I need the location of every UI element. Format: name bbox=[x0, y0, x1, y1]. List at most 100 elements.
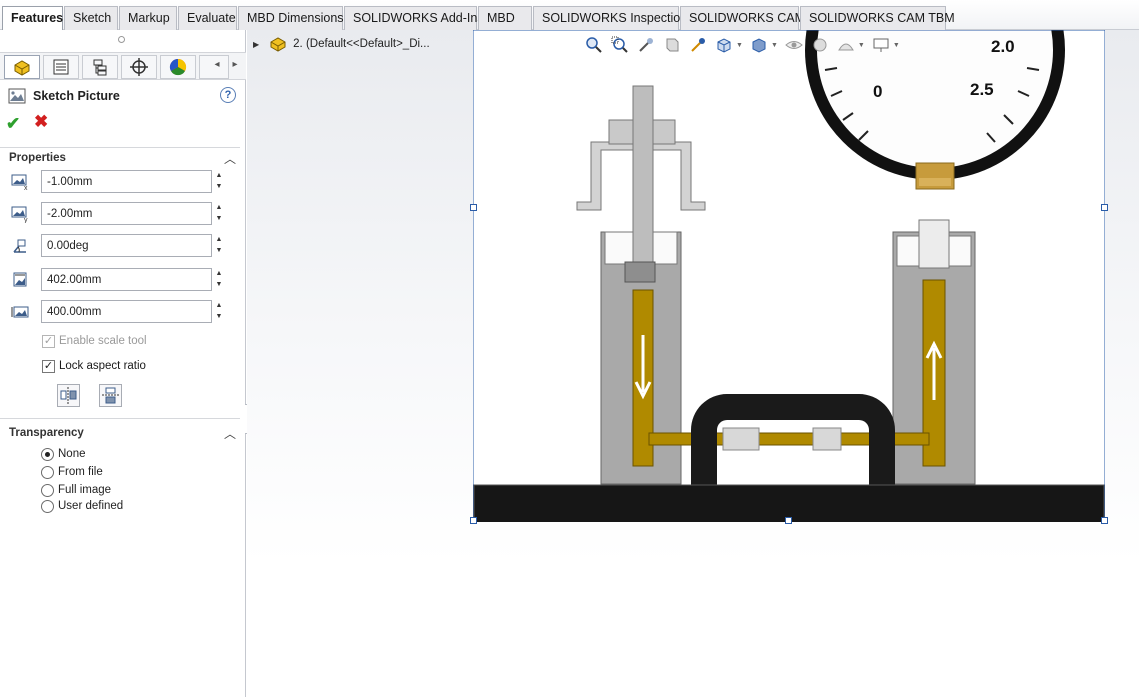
tab-features[interactable]: Features bbox=[2, 6, 63, 31]
graphics-area[interactable]: ▶ 2. (Default<<Default>_Di... 0 2.5 2.0 bbox=[247, 30, 1139, 697]
manager-tabs: ◂ ▸ bbox=[0, 52, 246, 80]
dynamic-annotation-button[interactable] bbox=[688, 35, 708, 55]
svg-text:x: x bbox=[24, 185, 28, 191]
feature-tree-icon bbox=[14, 60, 30, 76]
flip-vertical-icon bbox=[102, 387, 119, 404]
color-wheel-icon bbox=[169, 58, 187, 76]
y-position-row: y ▲▼ bbox=[8, 202, 228, 226]
transparency-section-header[interactable]: Transparency ︿ bbox=[0, 418, 240, 441]
width-input[interactable] bbox=[41, 268, 212, 291]
tab-sketch[interactable]: Sketch bbox=[64, 6, 118, 30]
edit-appearance-button[interactable] bbox=[810, 35, 830, 55]
x-position-icon: x bbox=[11, 174, 28, 191]
lock-aspect-ratio-checkbox[interactable]: ✓ bbox=[42, 359, 55, 373]
tab-solidworks-inspection[interactable]: SOLIDWORKS Inspection bbox=[533, 6, 687, 30]
help-button[interactable]: ? bbox=[220, 87, 236, 103]
property-sheet-icon bbox=[53, 59, 69, 75]
tab-mbd[interactable]: MBD bbox=[478, 6, 532, 30]
scene-dropdown-icon[interactable]: ▼ bbox=[858, 42, 865, 49]
transparency-none-radio[interactable] bbox=[41, 447, 54, 461]
flip-horizontal-button[interactable] bbox=[57, 384, 80, 407]
apply-scene-button[interactable] bbox=[836, 35, 856, 55]
zoom-to-area-button[interactable] bbox=[610, 35, 630, 55]
scene-icon bbox=[838, 43, 854, 51]
zoom-to-fit-button[interactable] bbox=[584, 35, 604, 55]
display-manager-tab[interactable] bbox=[160, 55, 196, 79]
transparency-user-defined-label: User defined bbox=[58, 500, 124, 512]
enable-scale-tool-label: Enable scale tool bbox=[59, 335, 147, 347]
lock-aspect-ratio-option: ✓ Lock aspect ratio bbox=[42, 358, 146, 374]
view-settings-button[interactable] bbox=[871, 35, 891, 55]
transparency-from-file-option[interactable]: From file bbox=[41, 464, 103, 480]
feature-tree-flyout[interactable]: ▶ 2. (Default<<Default>_Di... bbox=[253, 36, 430, 52]
feature-tree-item-label: 2. (Default<<Default>_Di... bbox=[293, 38, 430, 50]
flip-vertical-button[interactable] bbox=[99, 384, 122, 407]
width-spinner[interactable]: ▲ ▼ bbox=[214, 268, 224, 291]
gauge-label-two-five: 2.5 bbox=[970, 80, 994, 99]
transparency-user-defined-radio[interactable] bbox=[41, 499, 54, 513]
enable-scale-tool-checkbox[interactable]: ✓ bbox=[42, 334, 55, 348]
tab-solidworks-cam-tbm[interactable]: SOLIDWORKS CAM TBM bbox=[800, 6, 955, 30]
x-position-spinner[interactable]: ▲ ▼ bbox=[214, 170, 224, 193]
display-style-button[interactable] bbox=[749, 35, 769, 55]
transparency-from-file-radio[interactable] bbox=[41, 465, 54, 479]
transparency-full-image-radio[interactable] bbox=[41, 483, 54, 497]
tab-solidworks-cam[interactable]: SOLIDWORKS CAM bbox=[680, 6, 805, 30]
gauge-label-two: 2.0 bbox=[991, 37, 1015, 56]
chevron-up-icon: ︿ bbox=[223, 427, 236, 441]
tab-markup[interactable]: Markup bbox=[119, 6, 177, 30]
view-orientation-button[interactable] bbox=[714, 35, 734, 55]
section-view-button[interactable] bbox=[662, 35, 682, 55]
height-row: ▲▼ bbox=[8, 300, 228, 324]
hide-show-items-button[interactable] bbox=[784, 35, 804, 55]
angle-spinner[interactable]: ▲ ▼ bbox=[214, 234, 224, 257]
expand-arrow-icon[interactable]: ▶ bbox=[253, 40, 259, 49]
transparency-none-option[interactable]: None bbox=[41, 446, 86, 462]
display-style-dropdown-icon[interactable]: ▼ bbox=[771, 42, 778, 49]
height-spinner[interactable]: ▲ ▼ bbox=[214, 300, 224, 323]
view-orientation-icon bbox=[717, 38, 731, 53]
tab-mbd-dimensions[interactable]: MBD Dimensions bbox=[238, 6, 344, 30]
transparency-from-file-label: From file bbox=[58, 466, 103, 478]
tabs-scroll-right-icon[interactable]: ▸ bbox=[228, 57, 242, 73]
tabs-scroll-left-icon[interactable]: ◂ bbox=[210, 57, 224, 73]
previous-view-icon bbox=[639, 38, 653, 52]
y-position-input[interactable] bbox=[41, 202, 212, 225]
cancel-button[interactable]: ✖ bbox=[34, 112, 48, 132]
properties-section-header[interactable]: Properties ︿ bbox=[0, 147, 240, 167]
ok-button[interactable]: ✔ bbox=[6, 114, 20, 134]
angle-row: ▲▼ bbox=[8, 234, 228, 258]
zoom-to-area-icon bbox=[611, 36, 628, 53]
panel-grip-icon[interactable] bbox=[118, 36, 125, 43]
section-view-icon bbox=[666, 38, 679, 52]
resize-handle-right[interactable] bbox=[1101, 204, 1108, 211]
transparency-full-image-option[interactable]: Full image bbox=[41, 482, 111, 498]
property-manager-panel: ◂ ▸ Sketch Picture ? ✔ ✖ Properties ︿ x … bbox=[0, 30, 246, 697]
x-position-input[interactable] bbox=[41, 170, 212, 193]
property-manager-tab[interactable] bbox=[43, 55, 79, 79]
resize-handle-left[interactable] bbox=[470, 204, 477, 211]
tab-evaluate[interactable]: Evaluate bbox=[178, 6, 237, 30]
view-orientation-dropdown-icon[interactable]: ▼ bbox=[736, 42, 743, 49]
height-input[interactable] bbox=[41, 300, 212, 323]
eye-icon bbox=[785, 41, 803, 49]
enable-scale-tool-option: ✓ Enable scale tool bbox=[42, 333, 147, 349]
chevron-up-icon: ︿ bbox=[223, 152, 236, 166]
resize-handle-bottom-right[interactable] bbox=[1101, 517, 1108, 524]
sketch-picture[interactable]: 0 2.5 2.0 bbox=[473, 30, 1105, 522]
tab-solidworks-add-ins[interactable]: SOLIDWORKS Add-Ins bbox=[344, 6, 484, 30]
angle-input[interactable] bbox=[41, 234, 212, 257]
configuration-icon bbox=[93, 59, 107, 76]
dimxpert-manager-tab[interactable] bbox=[121, 55, 157, 79]
view-settings-dropdown-icon[interactable]: ▼ bbox=[893, 42, 900, 49]
resize-handle-bottom-left[interactable] bbox=[470, 517, 477, 524]
transparency-full-image-label: Full image bbox=[58, 484, 112, 496]
resize-handle-bottom[interactable] bbox=[785, 517, 792, 524]
y-position-spinner[interactable]: ▲ ▼ bbox=[214, 202, 224, 225]
width-icon bbox=[13, 272, 27, 287]
feature-manager-tab[interactable] bbox=[4, 55, 40, 79]
transparency-user-defined-option[interactable]: User defined bbox=[41, 498, 123, 514]
previous-view-button[interactable] bbox=[636, 35, 656, 55]
configuration-manager-tab[interactable] bbox=[82, 55, 118, 79]
transparency-none-label: None bbox=[58, 448, 86, 460]
